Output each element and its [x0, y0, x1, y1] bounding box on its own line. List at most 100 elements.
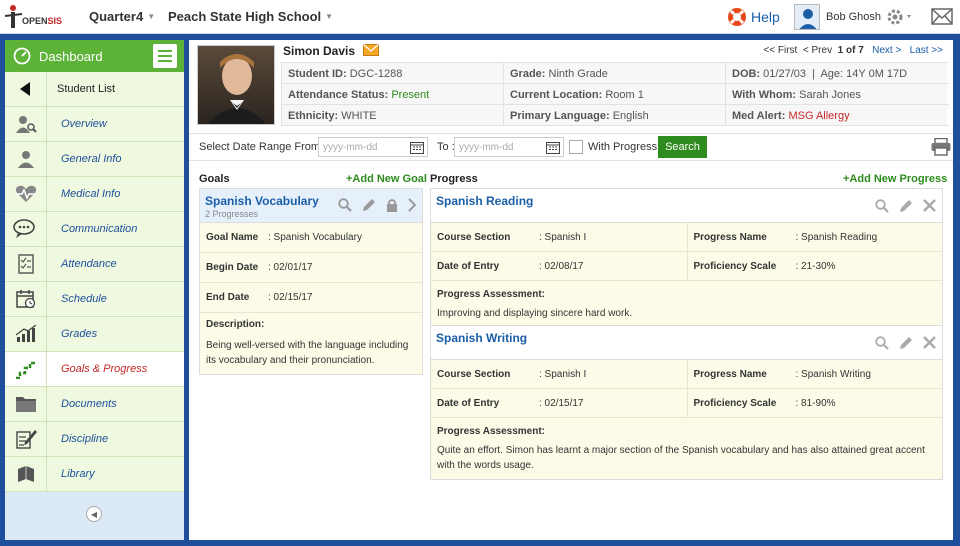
- gear-icon: [887, 9, 911, 25]
- messages-button[interactable]: [931, 8, 953, 28]
- quarter-label: Quarter4: [89, 9, 144, 24]
- prev-link[interactable]: < Prev: [803, 45, 832, 56]
- med-alert: Med Alert: MSG Allergy: [725, 105, 947, 125]
- sidebar-item-general-info[interactable]: General Info: [5, 141, 184, 177]
- stairs-icon: [5, 351, 47, 387]
- goals-heading: Goals: [199, 173, 230, 185]
- add-new-progress-link[interactable]: +Add New Progress: [843, 173, 947, 185]
- progress-row: Date of Entry: 02/08/17 Proficiency Scal…: [431, 252, 942, 281]
- dashboard-header[interactable]: Dashboard: [5, 40, 184, 72]
- close-icon[interactable]: [923, 336, 936, 349]
- close-icon[interactable]: [923, 199, 936, 212]
- print-button[interactable]: [931, 137, 951, 159]
- progress-card-header: Spanish Reading: [431, 189, 942, 223]
- attendance-status: Attendance Status: Present: [281, 84, 503, 104]
- printer-icon: [931, 137, 951, 156]
- sidebar-item-attendance[interactable]: Attendance: [5, 246, 184, 282]
- sidebar: Dashboard Student List Overview General …: [5, 40, 184, 540]
- main-content: Simon Davis << First < Prev 1 of 7 Next …: [189, 40, 953, 540]
- last-link[interactable]: Last >>: [910, 45, 943, 56]
- to-date-input[interactable]: yyyy-mm-dd: [454, 137, 564, 157]
- lifebuoy-icon: [728, 8, 746, 26]
- student-id: Student ID: DGC-1288: [281, 63, 503, 83]
- search-button[interactable]: Search: [658, 136, 707, 158]
- collapse-sidebar-button[interactable]: ◀: [86, 506, 102, 522]
- opensis-logo[interactable]: OPENSIS: [4, 4, 74, 30]
- sidebar-item-grades[interactable]: Grades: [5, 316, 184, 352]
- search-icon[interactable]: [875, 336, 889, 350]
- date-range-label: Select Date Range From :: [199, 141, 327, 153]
- caret-down-icon: ▼: [325, 12, 334, 21]
- from-date-input[interactable]: yyyy-mm-dd: [318, 137, 428, 157]
- progress-row: Course Section: Spanish I Progress Name:…: [431, 223, 942, 252]
- goal-description: Description: Being well-versed with the …: [206, 319, 409, 366]
- pencil-icon[interactable]: [899, 199, 913, 213]
- pencil-icon[interactable]: [899, 336, 913, 350]
- sidebar-item-goals-progress[interactable]: Goals & Progress: [5, 351, 184, 387]
- grade: Grade: Ninth Grade: [503, 63, 725, 83]
- student-info-grid: Student ID: DGC-1288 Grade: Ninth Grade …: [281, 62, 949, 126]
- dashboard-icon: [13, 47, 31, 65]
- pager-position: 1 of 7: [837, 45, 864, 56]
- avatar: [794, 4, 820, 30]
- sidebar-item-overview[interactable]: Overview: [5, 106, 184, 142]
- info-row: Student ID: DGC-1288 Grade: Ninth Grade …: [281, 63, 949, 84]
- sidebar-item-documents[interactable]: Documents: [5, 386, 184, 422]
- settings-dropdown[interactable]: [886, 8, 914, 29]
- student-portrait-icon: [207, 54, 267, 124]
- heartbeat-icon: [5, 176, 47, 212]
- dashboard-label: Dashboard: [39, 48, 103, 64]
- folder-icon: [5, 386, 47, 422]
- end-date-row: End Date: 02/15/17: [200, 283, 422, 313]
- arrow-left-icon: [5, 71, 47, 107]
- student-name: Simon Davis: [283, 44, 356, 58]
- current-location: Current Location: Room 1: [503, 84, 725, 104]
- email-student-button[interactable]: [363, 44, 379, 59]
- sidebar-item-label: Attendance: [61, 258, 117, 270]
- chevron-right-icon[interactable]: [408, 198, 416, 212]
- info-row: Attendance Status: Present Current Locat…: [281, 84, 949, 105]
- calendar-icon[interactable]: [546, 141, 560, 154]
- search-icon[interactable]: [338, 198, 352, 212]
- progress-card: Spanish Reading Course Section: Spanish …: [430, 188, 943, 328]
- progress-card: Spanish Writing Course Section: Spanish …: [430, 325, 943, 480]
- chart-icon: [5, 316, 47, 352]
- sidebar-item-label: Discipline: [61, 433, 109, 445]
- sidebar-item-label: General Info: [61, 153, 122, 165]
- sidebar-item-schedule[interactable]: Schedule: [5, 281, 184, 317]
- pencil-icon[interactable]: [362, 198, 376, 212]
- progress-title[interactable]: Spanish Reading: [436, 194, 533, 208]
- search-icon[interactable]: [875, 199, 889, 213]
- info-row: Ethnicity: WHITE Primary Language: Engli…: [281, 105, 949, 126]
- with-progress-checkbox[interactable]: [569, 140, 583, 154]
- lock-icon[interactable]: [386, 198, 398, 212]
- user-search-icon: [5, 106, 47, 142]
- sidebar-item-discipline[interactable]: Discipline: [5, 421, 184, 457]
- sidebar-item-medical-info[interactable]: Medical Info: [5, 176, 184, 212]
- first-link[interactable]: << First: [763, 45, 797, 56]
- sidebar-item-label: Student List: [57, 83, 116, 95]
- sidebar-item-communication[interactable]: Communication: [5, 211, 184, 247]
- next-link[interactable]: Next >: [872, 45, 901, 56]
- chevron-left-icon: ◀: [90, 509, 98, 519]
- pencil-paper-icon: [5, 421, 47, 457]
- user-avatar-icon: [799, 9, 817, 29]
- goal-card-header[interactable]: Spanish Vocabulary 2 Progresses: [200, 189, 422, 223]
- logo-figure-icon: [5, 5, 22, 28]
- help-link[interactable]: Help: [727, 7, 780, 27]
- goal-name-row: Goal Name: Spanish Vocabulary: [200, 223, 422, 253]
- student-pager: << First < Prev 1 of 7 Next > Last >>: [763, 45, 943, 56]
- quarter-dropdown[interactable]: Quarter4 ▼: [89, 9, 155, 24]
- user-menu[interactable]: Bob Ghosh: [794, 3, 881, 31]
- add-new-goal-link[interactable]: +Add New Goal: [346, 173, 427, 185]
- sidebar-item-student-list[interactable]: Student List: [5, 71, 184, 107]
- menu-toggle-button[interactable]: [153, 44, 177, 68]
- progress-heading: Progress: [430, 173, 478, 185]
- sidebar-item-label: Communication: [61, 223, 138, 235]
- with-progress-label: With Progress: [588, 141, 658, 153]
- progress-title[interactable]: Spanish Writing: [436, 331, 527, 345]
- goal-title[interactable]: Spanish Vocabulary: [205, 194, 319, 208]
- school-dropdown[interactable]: Peach State High School ▼: [168, 9, 333, 24]
- sidebar-item-library[interactable]: Library: [5, 456, 184, 492]
- calendar-icon[interactable]: [410, 141, 424, 154]
